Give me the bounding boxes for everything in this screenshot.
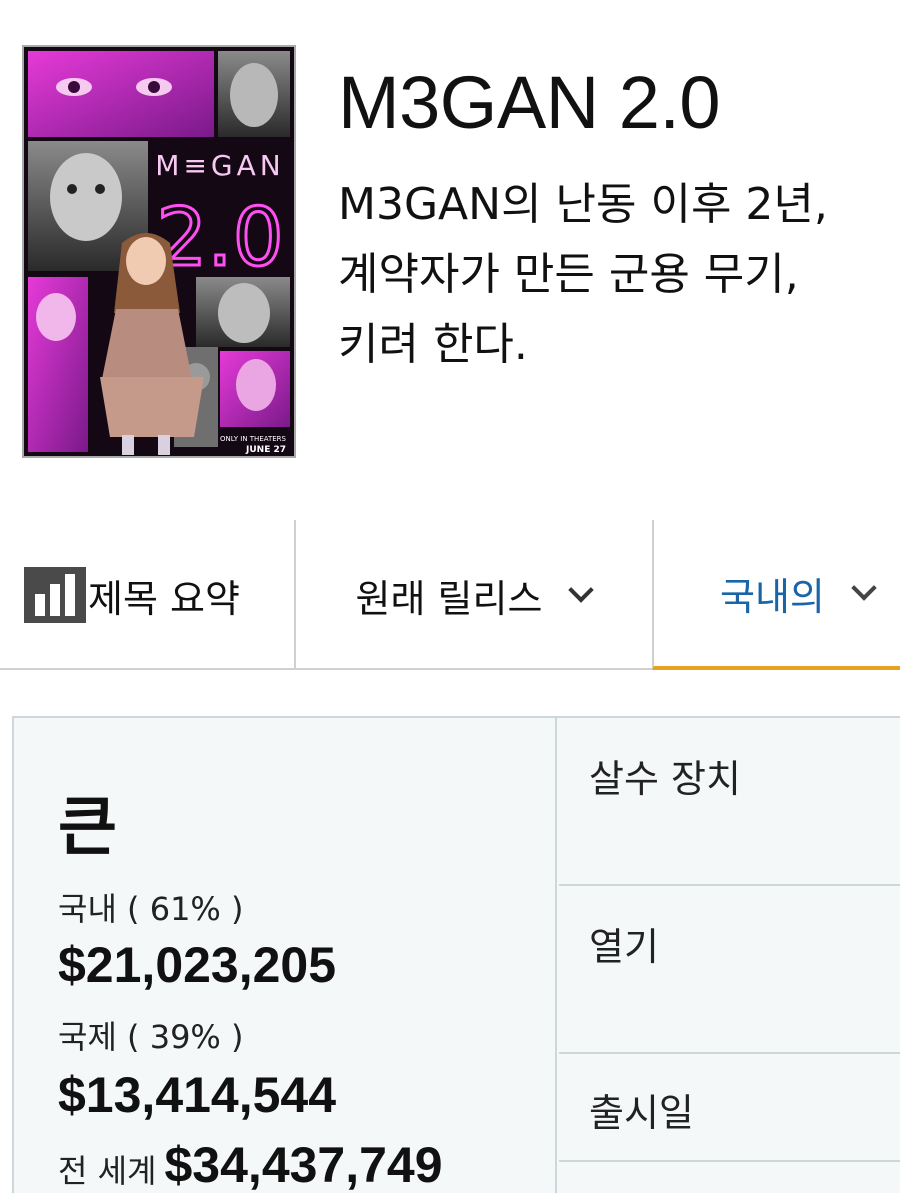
international-gross-amount: $13,414,544 xyxy=(58,1067,337,1123)
release-date-label: 출시일 xyxy=(589,1091,694,1135)
box-office-table: 큰 국내 ( 61% ) $21,023,205 국제 ( 39% ) $13,… xyxy=(12,716,900,1193)
tab-label: 원래 릴리스 xyxy=(355,576,543,621)
domestic-gross-amount: $21,023,205 xyxy=(58,937,337,993)
title-nav-tabs: 제목 요약 원래 릴리스 국내의 xyxy=(0,520,900,670)
distributor-row: 살수 장치 xyxy=(559,718,900,886)
tab-original-release[interactable]: 원래 릴리스 xyxy=(294,520,650,670)
bar-chart-icon xyxy=(24,567,86,623)
poster-artwork: M≡GAN 2.0 ONLY IN THEATERS JUNE 27 xyxy=(24,47,294,456)
worldwide-gross: 전 세계 $34,437,749 xyxy=(58,1136,443,1193)
movie-poster[interactable]: M≡GAN 2.0 ONLY IN THEATERS JUNE 27 xyxy=(22,45,296,458)
movie-title: M3GAN 2.0 xyxy=(338,61,721,144)
svg-text:M≡GAN: M≡GAN xyxy=(155,149,284,182)
opening-row: 열기 xyxy=(559,886,900,1054)
opening-label: 열기 xyxy=(589,925,659,969)
movie-synopsis: M3GAN의 난동 이후 2년, 계약자가 만든 군용 무기, 키려 한다. xyxy=(338,170,900,380)
chevron-down-icon xyxy=(568,577,595,603)
tab-title-summary[interactable]: 제목 요약 xyxy=(24,520,240,670)
release-date-row: 출시일 xyxy=(559,1054,900,1162)
gross-heading: 큰 xyxy=(58,791,117,865)
worldwide-gross-amount: $34,437,749 xyxy=(164,1137,443,1193)
tab-label: 국내의 xyxy=(720,574,825,619)
synopsis-line: M3GAN의 난동 이후 2년, xyxy=(338,179,828,230)
synopsis-line: 계약자가 만든 군용 무기, xyxy=(338,249,799,300)
gross-summary-cell: 큰 국내 ( 61% ) $21,023,205 국제 ( 39% ) $13,… xyxy=(14,718,557,1193)
svg-text:JUNE 27: JUNE 27 xyxy=(245,445,286,455)
svg-text:ONLY IN THEATERS: ONLY IN THEATERS xyxy=(220,435,287,443)
distributor-label: 살수 장치 xyxy=(589,757,741,801)
international-share-label: 국제 ( 39% ) xyxy=(58,1018,244,1056)
chevron-down-icon xyxy=(851,575,877,601)
domestic-share-label: 국내 ( 61% ) xyxy=(58,890,244,928)
tab-label: 제목 요약 xyxy=(88,576,240,621)
worldwide-label: 전 세계 xyxy=(58,1152,157,1190)
synopsis-line: 키려 한다. xyxy=(338,319,528,370)
svg-text:2.0: 2.0 xyxy=(156,191,283,284)
tab-domestic[interactable]: 국내의 xyxy=(652,520,900,670)
